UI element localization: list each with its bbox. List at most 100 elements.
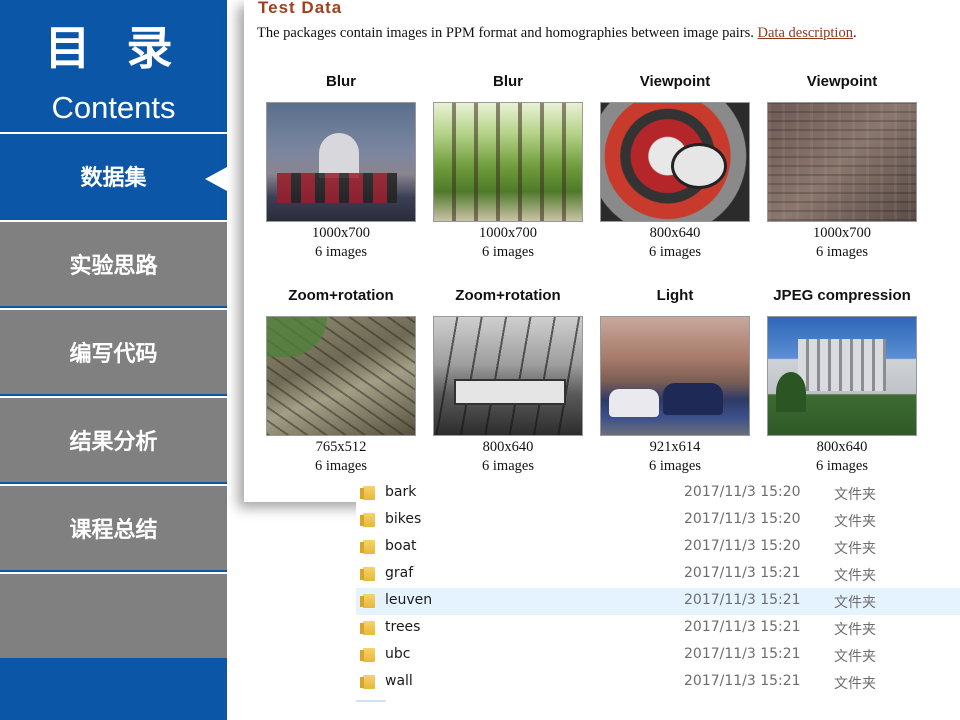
dataset-thumbnail[interactable] bbox=[433, 102, 583, 222]
folder-icon bbox=[360, 675, 375, 689]
dataset-category: Blur bbox=[493, 73, 523, 90]
folder-row-bark[interactable]: bark 2017/11/3 15:20 文件夹 bbox=[356, 480, 960, 507]
dataset-resolution: 800x640 bbox=[816, 439, 868, 455]
dataset-category: Viewpoint bbox=[639, 73, 711, 90]
test-data-panel: Test Data The packages contain images in… bbox=[244, 0, 960, 502]
dataset-count: 6 images bbox=[816, 244, 868, 260]
folder-type: 文件夹 bbox=[834, 487, 876, 503]
folder-icon bbox=[360, 648, 375, 662]
dataset-cell-ubc: JPEG compression 800x640 6 images bbox=[762, 286, 922, 476]
dataset-thumbnail[interactable] bbox=[433, 316, 583, 436]
folder-row-boat[interactable]: boat 2017/11/3 15:20 文件夹 bbox=[356, 534, 960, 561]
folder-icon bbox=[360, 594, 375, 608]
dataset-category: Light bbox=[656, 287, 694, 304]
nav-item-dataset[interactable]: 数据集 bbox=[0, 132, 227, 218]
folder-date: 2017/11/3 15:21 bbox=[684, 565, 801, 581]
folder-name: ubc bbox=[385, 646, 411, 662]
description-end: . bbox=[852, 25, 857, 41]
active-pointer-icon bbox=[205, 167, 227, 191]
dataset-thumbnail[interactable] bbox=[266, 316, 416, 436]
folder-date: 2017/11/3 15:20 bbox=[684, 538, 801, 554]
folder-name: leuven bbox=[385, 592, 433, 608]
folder-icon bbox=[360, 621, 375, 635]
nav-item-course-summary[interactable]: 课程总结 bbox=[0, 484, 227, 570]
folder-list: bark 2017/11/3 15:20 文件夹 bikes 2017/11/3… bbox=[356, 480, 960, 704]
folder-row-bikes[interactable]: bikes 2017/11/3 15:20 文件夹 bbox=[356, 507, 960, 534]
dataset-resolution: 800x640 bbox=[649, 225, 701, 241]
folder-icon bbox=[360, 540, 375, 554]
dataset-count: 6 images bbox=[649, 458, 701, 474]
list-scroll-edge bbox=[356, 700, 386, 706]
dataset-thumbnail[interactable] bbox=[600, 102, 750, 222]
folder-icon bbox=[360, 567, 375, 581]
dataset-resolution: 1000x700 bbox=[813, 225, 871, 241]
dataset-resolution: 1000x700 bbox=[312, 225, 370, 241]
folder-icon bbox=[360, 486, 375, 500]
folder-row-trees[interactable]: trees 2017/11/3 15:21 文件夹 bbox=[356, 615, 960, 642]
folder-row-leuven[interactable]: leuven 2017/11/3 15:21 文件夹 bbox=[356, 588, 960, 615]
dataset-cell-bark: Zoom+rotation 765x512 6 images bbox=[261, 286, 421, 476]
folder-date: 2017/11/3 15:20 bbox=[684, 511, 801, 527]
dataset-thumbnail[interactable] bbox=[767, 316, 917, 436]
folder-name: wall bbox=[385, 673, 413, 689]
nav-item-experiment-idea[interactable]: 实验思路 bbox=[0, 220, 227, 306]
dataset-count: 6 images bbox=[315, 458, 367, 474]
folder-name: bark bbox=[385, 484, 417, 500]
sidebar: 目 录 Contents 数据集 实验思路 编写代码 结果分析 课程总结 bbox=[0, 0, 227, 720]
folder-name: bikes bbox=[385, 511, 422, 527]
nav-item-label: 结果分析 bbox=[69, 430, 158, 455]
sidebar-subtitle: Contents bbox=[51, 90, 176, 125]
dataset-cell-wall: Viewpoint 1000x700 6 images bbox=[762, 72, 922, 262]
dataset-category: Blur bbox=[326, 73, 356, 90]
dataset-count: 6 images bbox=[649, 244, 701, 260]
dataset-count: 6 images bbox=[482, 458, 534, 474]
folder-date: 2017/11/3 15:21 bbox=[684, 673, 801, 689]
nav-item-label: 编写代码 bbox=[69, 342, 158, 367]
dataset-resolution: 1000x700 bbox=[479, 225, 537, 241]
dataset-cell-graf: Viewpoint 800x640 6 images bbox=[595, 72, 755, 262]
dataset-cell-trees: Blur 1000x700 6 images bbox=[428, 72, 588, 262]
folder-icon bbox=[360, 513, 375, 527]
folder-name: trees bbox=[385, 619, 421, 635]
dataset-category: JPEG compression bbox=[773, 287, 911, 304]
nav-item-result-analysis[interactable]: 结果分析 bbox=[0, 396, 227, 482]
dataset-thumbnail[interactable] bbox=[767, 102, 917, 222]
dataset-thumbnail[interactable] bbox=[600, 316, 750, 436]
folder-type: 文件夹 bbox=[834, 568, 876, 584]
folder-type: 文件夹 bbox=[834, 514, 876, 530]
folder-date: 2017/11/3 15:21 bbox=[684, 592, 801, 608]
dataset-count: 6 images bbox=[816, 458, 868, 474]
data-description-link[interactable]: Data description bbox=[758, 25, 853, 41]
folder-name: boat bbox=[385, 538, 417, 554]
nav-item-label: 数据集 bbox=[80, 166, 147, 191]
panel-title: Test Data bbox=[258, 0, 343, 17]
folder-type: 文件夹 bbox=[834, 649, 876, 665]
dataset-category: Viewpoint bbox=[806, 73, 878, 90]
folder-date: 2017/11/3 15:21 bbox=[684, 619, 801, 635]
folder-type: 文件夹 bbox=[834, 676, 876, 692]
description-text: The packages contain images in PPM forma… bbox=[257, 25, 758, 41]
dataset-resolution: 765x512 bbox=[315, 439, 367, 455]
dataset-resolution: 800x640 bbox=[482, 439, 534, 455]
panel-description: The packages contain images in PPM forma… bbox=[257, 25, 857, 42]
nav-item-empty[interactable] bbox=[0, 572, 227, 658]
folder-type: 文件夹 bbox=[834, 595, 876, 611]
folder-date: 2017/11/3 15:21 bbox=[684, 646, 801, 662]
folder-row-graf[interactable]: graf 2017/11/3 15:21 文件夹 bbox=[356, 561, 960, 588]
dataset-cell-leuven: Light 921x614 6 images bbox=[595, 286, 755, 476]
sidebar-title: 目 录 bbox=[44, 21, 183, 75]
folder-row-ubc[interactable]: ubc 2017/11/3 15:21 文件夹 bbox=[356, 642, 960, 669]
folder-date: 2017/11/3 15:20 bbox=[684, 484, 801, 500]
dataset-count: 6 images bbox=[482, 244, 534, 260]
nav-item-label: 课程总结 bbox=[69, 518, 158, 543]
dataset-thumbnail[interactable] bbox=[266, 102, 416, 222]
folder-name: graf bbox=[385, 565, 414, 581]
nav-item-write-code[interactable]: 编写代码 bbox=[0, 308, 227, 394]
dataset-category: Zoom+rotation bbox=[288, 287, 394, 304]
dataset-cell-boat: Zoom+rotation 800x640 6 images bbox=[428, 286, 588, 476]
dataset-count: 6 images bbox=[315, 244, 367, 260]
folder-row-wall[interactable]: wall 2017/11/3 15:21 文件夹 bbox=[356, 669, 960, 696]
folder-type: 文件夹 bbox=[834, 622, 876, 638]
folder-type: 文件夹 bbox=[834, 541, 876, 557]
dataset-category: Zoom+rotation bbox=[455, 287, 561, 304]
